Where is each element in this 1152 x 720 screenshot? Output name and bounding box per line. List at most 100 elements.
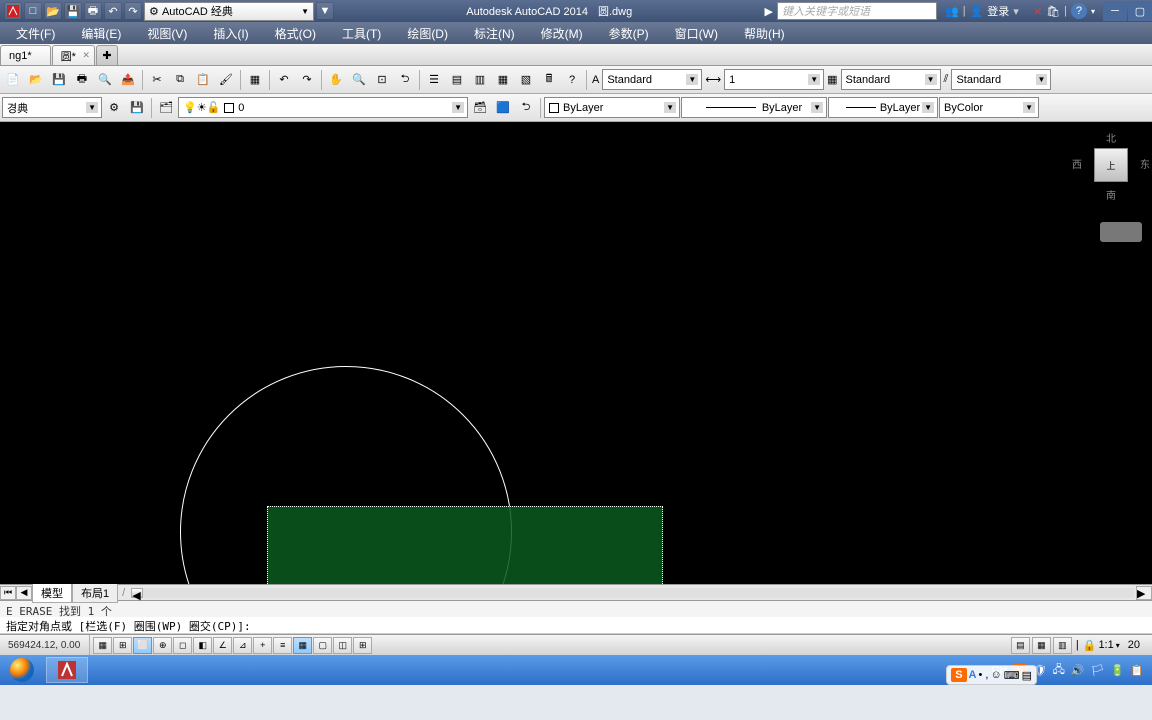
undo-icon[interactable]: ↶ [104,2,122,20]
linetype-combo[interactable]: ByLayer [681,97,827,118]
viewcube-south[interactable]: 南 [1106,187,1116,202]
ortho-button[interactable]: ⬜ [133,637,152,654]
viewcube-east[interactable]: 东 [1140,156,1150,171]
tray-volume-icon[interactable]: 🔊 [1071,664,1085,677]
layer-states-button[interactable]: 🗃 [469,97,491,119]
drawing-canvas[interactable]: ✕ 北 西 东 南 上 [0,122,1152,584]
menu-draw[interactable]: 绘图(D) [395,23,460,44]
tablestyle-combo[interactable]: Standard [841,69,941,90]
redo-icon[interactable]: ↷ [124,2,142,20]
properties-button[interactable]: ☰ [423,69,445,91]
menu-tools[interactable]: 工具(T) [330,23,393,44]
polar-button[interactable]: ⊕ [153,637,172,654]
app-store-icon[interactable]: 🛍 [1046,5,1060,18]
menu-modify[interactable]: 修改(M) [529,23,595,44]
ime-toolbar[interactable]: S A • , ☺ ⌨ ▤ [946,665,1037,685]
tray-battery-icon[interactable]: 🔋 [1111,664,1125,677]
osnap-button[interactable]: ◻ [173,637,192,654]
menu-view[interactable]: 视图(V) [135,23,199,44]
redo-button[interactable]: ↷ [296,69,318,91]
open-icon[interactable]: 📂 [44,2,62,20]
view-cube[interactable]: 北 西 东 南 上 [1080,130,1142,202]
minimize-button[interactable]: ─ [1103,1,1127,21]
layout-first-button[interactable]: ⏮ [0,586,16,600]
color-combo[interactable]: ByLayer [544,97,680,118]
print-icon[interactable]: 🖶 [84,2,102,20]
app-menu-button[interactable] [4,2,22,20]
tray-clipboard-icon[interactable]: 📋 [1130,664,1144,677]
search-input[interactable]: 键入关键字或短语 [777,2,937,20]
menu-insert[interactable]: 插入(I) [201,23,260,44]
hscroll-right[interactable]: ▶ [1136,586,1152,600]
open-button[interactable]: 📂 [25,69,47,91]
quickview-drawings-button[interactable]: ▥ [1053,637,1072,654]
3dosnap-button[interactable]: ◧ [193,637,212,654]
sogou-menu-icon[interactable]: ▤ [1022,669,1032,682]
dyn-button[interactable]: + [253,637,272,654]
plot-button[interactable]: 🖶 [71,69,93,91]
layer-properties-button[interactable]: 🗂 [155,97,177,119]
menu-file[interactable]: 文件(F) [4,23,67,44]
zoom-previous-button[interactable]: ⮌ [394,69,416,91]
sheetset-button[interactable]: ▦ [492,69,514,91]
model-paper-button[interactable]: ▤ [1011,637,1030,654]
pan-button[interactable]: ✋ [325,69,347,91]
lwt-button[interactable]: ≡ [273,637,292,654]
markup-button[interactable]: ▧ [515,69,537,91]
quickview-layouts-button[interactable]: ▦ [1032,637,1051,654]
layout-prev-button[interactable]: ◀ [16,586,32,600]
snap-button[interactable]: ▦ [93,637,112,654]
zoom-realtime-button[interactable]: 🔍 [348,69,370,91]
new-button[interactable]: 📄 [2,69,24,91]
toolpalette-button[interactable]: ▥ [469,69,491,91]
ws-settings-icon[interactable]: ⚙ [103,97,125,119]
file-tab-1[interactable]: ng1* [0,45,51,65]
hscroll[interactable]: ◀ [131,588,1134,598]
viewcube-top-face[interactable]: 上 [1094,148,1128,182]
matchprop-button[interactable]: 🖌 [215,69,237,91]
new-tab-button[interactable]: ✚ [96,45,118,65]
grid-button[interactable]: ⊞ [113,637,132,654]
layer-prev-button[interactable]: ⮌ [515,97,537,119]
cut-button[interactable]: ✂ [146,69,168,91]
paste-button[interactable]: 📋 [192,69,214,91]
menu-edit[interactable]: 编辑(E) [69,23,133,44]
quickcalc-button[interactable]: 🖩 [538,69,560,91]
ducs-button[interactable]: ⊿ [233,637,252,654]
navigation-bar[interactable] [1100,222,1142,242]
ws-save-icon[interactable]: 💾 [126,97,148,119]
sc-button[interactable]: ◫ [333,637,352,654]
dimstyle-combo[interactable]: 1 [724,69,824,90]
transparency-button[interactable]: ▦ [293,637,312,654]
viewcube-west[interactable]: 西 [1072,156,1082,171]
plot-preview-button[interactable]: 🔍 [94,69,116,91]
save-button[interactable]: 💾 [48,69,70,91]
am-button[interactable]: ⊞ [353,637,372,654]
layer-combo[interactable]: 💡 ☀ 🔓 0 [178,97,468,118]
menu-format[interactable]: 格式(O) [263,23,328,44]
menu-help[interactable]: 帮助(H) [732,23,797,44]
login-button[interactable]: 登录 [987,3,1009,19]
lineweight-combo[interactable]: ByLayer [828,97,938,118]
start-button[interactable] [2,656,42,684]
qat-more-icon[interactable]: ▼ [316,2,334,20]
designcenter-button[interactable]: ▤ [446,69,468,91]
tray-flag-icon[interactable]: 🏳 [1091,664,1105,677]
model-tab[interactable]: 模型 [32,583,72,603]
qp-button[interactable]: ▢ [313,637,332,654]
workspace-selector[interactable]: ⚙ AutoCAD 经典 [144,2,314,21]
new-icon[interactable]: □ [24,2,42,20]
sogou-punct[interactable]: • , [979,669,989,681]
keyboard-icon[interactable]: ⌨ [1004,669,1020,682]
zoom-window-button[interactable]: ⊡ [371,69,393,91]
maximize-button[interactable]: ▢ [1128,1,1152,21]
help-button[interactable]: ? [561,69,583,91]
viewcube-north[interactable]: 北 [1106,130,1116,145]
undo-button[interactable]: ↶ [273,69,295,91]
hscroll-thumb[interactable]: ◀ [131,588,143,598]
layout1-tab[interactable]: 布局1 [72,583,118,603]
face-icon[interactable]: ☺ [990,669,1001,681]
tray-network-icon[interactable]: 🖧 [1053,661,1065,680]
file-tab-2[interactable]: 圆*✕ [52,45,95,65]
command-input[interactable]: 指定对角点或 [栏选(F) 圈围(WP) 圈交(CP)]: [0,617,1152,634]
